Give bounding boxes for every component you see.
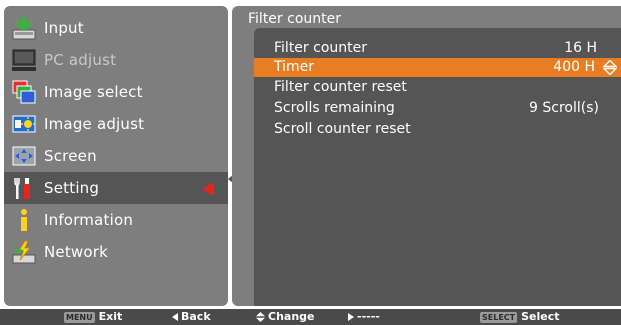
menu-item-label: Input — [44, 19, 84, 37]
row-timer[interactable]: Timer 400 H — [254, 58, 621, 77]
network-icon — [12, 240, 36, 264]
footer-bar: MENU Exit Back Change ----- SELECT Selec… — [0, 309, 621, 325]
row-scroll-counter-reset[interactable]: Scroll counter reset — [254, 120, 621, 139]
footer-next-label: ----- — [357, 310, 380, 323]
row-scrolls-remaining[interactable]: Scrolls remaining 9 Scroll(s) — [254, 99, 621, 118]
row-label: Scroll counter reset — [274, 121, 411, 137]
footer-next[interactable]: ----- — [348, 309, 380, 325]
left-arrow-icon — [172, 313, 178, 321]
screen-icon — [12, 146, 36, 166]
row-filter-counter[interactable]: Filter counter 16 H — [254, 39, 621, 58]
submenu-title: Filter counter — [248, 11, 341, 27]
image-select-icon — [12, 80, 36, 104]
input-icon — [12, 16, 36, 40]
menu-item-label: Information — [44, 211, 134, 229]
footer-select[interactable]: SELECT Select — [480, 309, 560, 325]
row-label: Scrolls remaining — [274, 100, 395, 116]
row-value: 16 H — [564, 40, 597, 56]
select-key-icon: SELECT — [480, 311, 518, 323]
footer-change[interactable]: Change — [256, 309, 315, 325]
menu-item-label: PC adjust — [44, 51, 117, 69]
up-down-arrow-icon[interactable] — [603, 60, 617, 75]
row-label: Timer — [274, 59, 315, 75]
footer-exit[interactable]: MENU Exit — [64, 309, 122, 325]
menu-item-label: Image adjust — [44, 115, 145, 133]
footer-back-label: Back — [181, 310, 211, 323]
right-arrow-icon — [348, 313, 354, 321]
menu-item-label: Network — [44, 243, 109, 261]
up-down-arrow-icon — [256, 312, 265, 322]
setting-icon — [14, 178, 30, 199]
pc-adjust-icon — [12, 49, 36, 71]
selection-arrow-icon — [202, 182, 214, 196]
menu-item-input[interactable]: Input — [4, 12, 228, 44]
menu-item-label: Image select — [44, 83, 143, 101]
row-value: 400 H — [553, 59, 595, 75]
menu-item-image-adjust[interactable]: Image adjust — [4, 108, 228, 140]
information-icon — [21, 209, 27, 231]
footer-exit-label: Exit — [98, 310, 123, 323]
menu-key-icon: MENU — [64, 311, 95, 323]
row-label: Filter counter reset — [274, 79, 407, 95]
menu-item-information[interactable]: Information — [4, 204, 228, 236]
menu-item-pc-adjust[interactable]: PC adjust — [4, 44, 228, 76]
menu-item-network[interactable]: Network — [4, 236, 228, 268]
menu-item-screen[interactable]: Screen — [4, 140, 228, 172]
row-value: 9 Scroll(s) — [529, 100, 599, 116]
footer-back[interactable]: Back — [172, 309, 211, 325]
menu-item-label: Setting — [44, 179, 100, 197]
main-menu-panel: Input PC adjust Image select Image adjus… — [4, 6, 228, 306]
row-filter-counter-reset[interactable]: Filter counter reset — [254, 78, 621, 97]
footer-select-label: Select — [521, 310, 560, 323]
row-label: Filter counter — [274, 40, 367, 56]
menu-item-image-select[interactable]: Image select — [4, 76, 228, 108]
image-adjust-icon — [12, 115, 36, 133]
submenu-panel: Filter counter Filter counter 16 H Timer… — [232, 6, 621, 306]
footer-change-label: Change — [268, 310, 315, 323]
menu-item-label: Screen — [44, 147, 97, 165]
menu-item-setting[interactable]: Setting — [4, 172, 228, 204]
